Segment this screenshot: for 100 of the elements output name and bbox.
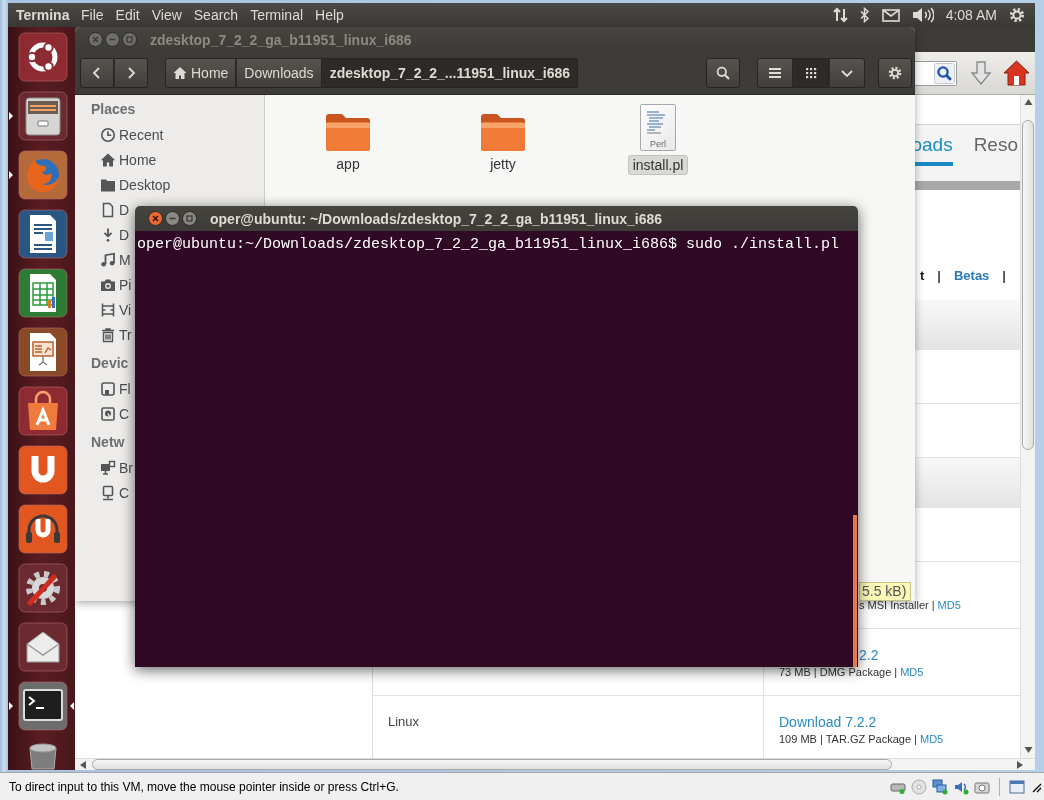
checksum-link[interactable]: MD5 — [920, 732, 944, 746]
menu-item[interactable]: Edit — [109, 7, 146, 23]
menu-item[interactable]: File — [75, 7, 110, 23]
search-button[interactable] — [706, 58, 740, 88]
sidebar-item[interactable]: Desktop — [100, 172, 171, 197]
sidebar-item[interactable]: C — [100, 401, 130, 426]
presentation-icon[interactable] — [18, 327, 68, 377]
shopping-bag-icon[interactable] — [18, 386, 68, 436]
close-button[interactable] — [148, 211, 163, 226]
sidebar-item[interactable]: Home — [100, 147, 157, 172]
path-button[interactable]: zdesktop_7_2_2_...11951_linux_i686 — [321, 58, 579, 88]
arrow-down-icon — [1022, 745, 1034, 755]
nav-tab[interactable]: Reso — [973, 134, 1018, 166]
sidebar-item[interactable]: D — [100, 197, 130, 222]
checksum-link[interactable]: MD5 — [900, 665, 924, 679]
folder-icon[interactable] — [479, 111, 527, 151]
sidebar-item[interactable]: D — [100, 222, 130, 247]
home-icon — [100, 151, 116, 168]
horizontal-scrollbar[interactable] — [75, 758, 1035, 770]
view-button[interactable] — [793, 58, 829, 88]
close-button[interactable] — [88, 32, 103, 47]
text-document-icon[interactable] — [18, 209, 68, 259]
clock[interactable]: 4:08 AM — [945, 7, 997, 23]
scrollbar-thumb[interactable] — [853, 515, 857, 667]
scrollbar-thumb[interactable] — [92, 759, 892, 770]
settings-icon — [888, 66, 902, 80]
sidebar-item[interactable]: Br — [100, 455, 133, 480]
sidebar-heading: Devic — [91, 354, 129, 373]
nav-link[interactable]: t — [919, 268, 925, 283]
scrollbar-thumb[interactable] — [1022, 120, 1034, 450]
envelope-icon[interactable] — [18, 622, 68, 672]
transfer-arrows-icon[interactable] — [832, 7, 848, 23]
headphones-icon[interactable] — [18, 504, 68, 554]
arrow-left-icon — [78, 759, 88, 770]
back-button[interactable] — [80, 58, 114, 88]
sidebar-item[interactable]: Tr — [100, 322, 132, 347]
wrench-gear-icon[interactable] — [18, 563, 68, 613]
sidebar-item[interactable]: Pi — [100, 272, 132, 297]
view-menu-button[interactable] — [829, 58, 865, 88]
settings-icon[interactable] — [1009, 7, 1025, 23]
globe-icon[interactable] — [18, 150, 68, 200]
file-name[interactable]: install.pl — [627, 155, 689, 175]
sidebar-item[interactable]: Recent — [100, 122, 164, 147]
script-file-icon[interactable]: Perl — [640, 104, 676, 151]
minimize-button[interactable] — [105, 32, 120, 47]
arrow-up-icon — [1022, 97, 1034, 107]
nav-link[interactable]: Betas — [953, 268, 990, 283]
music-notes-icon — [100, 251, 116, 268]
down-arrow-icon[interactable] — [970, 61, 992, 85]
terminal-body[interactable]: oper@ubuntu:~/Downloads/zdesktop_7_2_2_ga_b11951_linux_i686$ sudo ./install.pl — [135, 231, 858, 667]
menu-item[interactable]: Terminal — [244, 7, 310, 23]
minimize-icon — [105, 32, 120, 47]
sidebar-item[interactable]: Vi — [100, 297, 132, 322]
path-button[interactable]: Downloads — [236, 58, 322, 88]
spreadsheet-icon[interactable] — [18, 268, 68, 318]
sidebar-item[interactable]: C — [100, 480, 130, 505]
search-field[interactable] — [915, 60, 957, 86]
window-title: zdesktop_7_2_2_ga_b11951_linux_i686 — [150, 31, 412, 48]
logo-icon[interactable] — [18, 32, 68, 82]
sidebar-heading: Netw — [91, 433, 125, 452]
forward-button[interactable] — [114, 58, 148, 88]
maximize-button[interactable] — [122, 32, 137, 47]
folder-icon[interactable] — [324, 111, 372, 151]
maximize-button[interactable] — [182, 211, 197, 226]
file-type-label: Perl — [650, 139, 666, 150]
network-icon[interactable] — [932, 778, 948, 795]
view-button[interactable] — [757, 58, 793, 88]
minimize-button[interactable] — [165, 211, 180, 226]
menu-item[interactable]: Search — [187, 7, 245, 23]
settings-button[interactable] — [878, 58, 912, 88]
window-title: oper@ubuntu: ~/Downloads/zdesktop_7_2_2_ga_b11951_linux_i686 — [210, 210, 663, 227]
sidebar-item[interactable]: Fl — [100, 376, 131, 401]
home-icon — [173, 66, 187, 80]
sidebar-item[interactable]: M — [100, 247, 131, 272]
terminal-line: oper@ubuntu:~/Downloads/zdesktop_7_2_2_ga_b11951_linux_i686$ sudo ./install.pl — [137, 236, 841, 254]
maximize-icon — [122, 32, 137, 47]
u-shape-icon[interactable] — [18, 445, 68, 495]
home-icon[interactable] — [1003, 60, 1030, 86]
platform-label: Linux — [388, 714, 420, 729]
menu-item[interactable]: View — [145, 7, 188, 23]
list-view-icon — [768, 66, 782, 80]
file-details: 73 MB | DMG Package | — [779, 665, 898, 679]
volume-icon[interactable] — [911, 7, 934, 23]
file-name[interactable]: app — [332, 155, 364, 173]
vertical-scrollbar[interactable] — [1020, 95, 1035, 758]
file-name[interactable]: jetty — [486, 155, 520, 173]
path-button[interactable]: Home — [165, 58, 237, 88]
document-icon — [100, 201, 116, 218]
terminal-icon[interactable] — [18, 681, 68, 731]
download-link[interactable]: Download 7.2.2 — [779, 713, 877, 731]
envelope-icon[interactable] — [881, 8, 900, 22]
file-cabinet-icon[interactable] — [18, 91, 68, 141]
checksum-link[interactable]: MD5 — [937, 598, 961, 612]
tooltip: 5.5 kB) — [859, 582, 912, 601]
window-icon[interactable] — [1009, 778, 1025, 795]
bluetooth-icon[interactable] — [859, 7, 870, 23]
grid-view-icon — [804, 66, 818, 80]
computers-icon — [100, 459, 116, 476]
menu-item[interactable]: Help — [309, 7, 350, 23]
download-link[interactable]: 2.2 — [859, 646, 879, 664]
